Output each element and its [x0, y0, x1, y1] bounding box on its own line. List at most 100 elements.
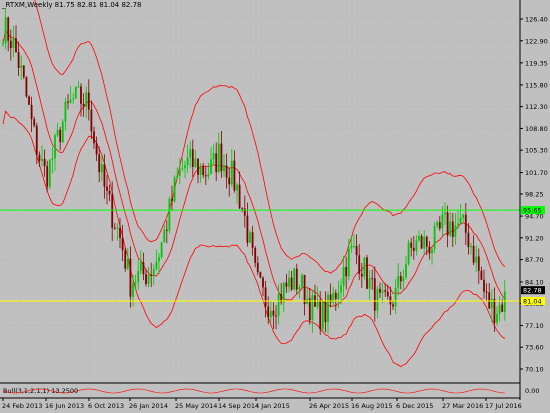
candle-body [399, 276, 402, 282]
candle-body [496, 313, 498, 323]
candle-body [262, 277, 264, 288]
candle-body [25, 77, 28, 97]
candle-body [321, 301, 324, 330]
candle-body [181, 168, 184, 170]
candle-body [379, 288, 381, 293]
candle-body [457, 223, 459, 226]
candle-body [407, 242, 410, 265]
price-label: 115.80 [525, 81, 548, 89]
yellow-level-label: 81.04 [523, 297, 542, 305]
time-label: 6 Oct 2013 [88, 402, 124, 410]
candle-body [142, 262, 145, 275]
candle-body [402, 277, 405, 282]
candle-body [165, 229, 168, 231]
price-label: 73.60 [525, 344, 544, 352]
candle-body [160, 242, 163, 258]
candle-body [436, 222, 439, 226]
candle-body [423, 236, 426, 249]
time-label: 27 Mar 2016 [442, 402, 483, 410]
candle-body [87, 92, 90, 110]
candle-body [256, 262, 259, 273]
price-label: 84.10 [525, 278, 544, 286]
candle-body [155, 261, 158, 270]
candle-body [301, 274, 303, 288]
candle-body [30, 104, 33, 120]
time-label: 6 Dec 2015 [396, 402, 433, 410]
candle-body [410, 242, 413, 248]
candle-body [386, 291, 389, 297]
candle-body [368, 278, 371, 289]
candle-body [282, 282, 285, 303]
time-label: 17 Jul 2016 [485, 402, 522, 410]
candle-body [269, 310, 272, 318]
subwindow-label: Bull(3,1,2,1,1) 13.2500 [3, 387, 78, 395]
candle-body [147, 274, 150, 285]
time-label: 4 Jan 2015 [255, 402, 290, 410]
price-chart[interactable]: 126.40 122.90 119.35 115.80 112.30 108.80 105.… [0, 0, 550, 413]
candle-body [363, 257, 366, 277]
candle-body [415, 240, 418, 251]
time-label: 14 Sep 2014 [218, 402, 259, 410]
candle-body [61, 121, 64, 143]
candle-body [95, 143, 98, 155]
chart-window[interactable]: 126.40 122.90 119.35 115.80 112.30 108.80 105.… [0, 0, 550, 413]
candle-body [459, 217, 462, 224]
candle-body [384, 290, 387, 292]
candle-body [233, 160, 236, 191]
candle-body [137, 270, 140, 283]
candle-body [64, 101, 67, 122]
candle-body [163, 229, 166, 243]
candle-body [132, 283, 134, 297]
candle-body [347, 248, 350, 277]
candle-body [100, 164, 103, 173]
candle-body [483, 279, 485, 292]
candle-body [41, 158, 43, 161]
candle-body [470, 245, 472, 248]
candle-body [98, 154, 101, 173]
price-label: 105.30 [525, 147, 548, 155]
candle-body [74, 86, 77, 99]
current-price-label: 82.78 [523, 287, 542, 295]
candle-body [204, 175, 207, 177]
candle-body [173, 177, 176, 202]
candle-body [480, 270, 483, 280]
candle-body [12, 38, 15, 49]
candle-body [113, 227, 116, 229]
candle-body [477, 256, 480, 271]
candle-body [425, 236, 428, 247]
candle-body [288, 277, 290, 287]
candle-body [405, 264, 407, 278]
candle-body [360, 273, 363, 277]
price-label: 98.25 [525, 191, 544, 199]
candle-body [54, 135, 56, 159]
candle-body [272, 310, 275, 316]
candle-body [51, 158, 54, 160]
candle-body [150, 274, 153, 276]
price-label: 101.70 [525, 169, 548, 177]
candle-body [210, 159, 212, 174]
candle-body [431, 248, 433, 254]
candle-body [22, 65, 25, 78]
time-label: 26 Jan 2014 [129, 402, 168, 410]
candle-body [381, 290, 384, 293]
candle-body [17, 52, 20, 68]
candle-body [472, 245, 475, 263]
candle-body [77, 86, 80, 88]
time-label: 16 Aug 2015 [351, 402, 393, 410]
candle-body [350, 246, 353, 249]
candle-body [69, 99, 72, 103]
candle-body [230, 160, 233, 185]
price-label: 112.30 [525, 103, 548, 111]
candle-body [2, 43, 4, 45]
candle-body [186, 157, 189, 166]
candle-body [285, 282, 288, 287]
green-level-label: 95.65 [523, 207, 542, 215]
candle-body [90, 109, 93, 132]
candle-body [308, 298, 311, 321]
candle-body [106, 186, 108, 191]
candle-body [493, 299, 496, 323]
candle-body [446, 212, 449, 236]
candle-body [275, 315, 277, 317]
candle-body [168, 198, 171, 231]
candle-body [303, 274, 306, 305]
